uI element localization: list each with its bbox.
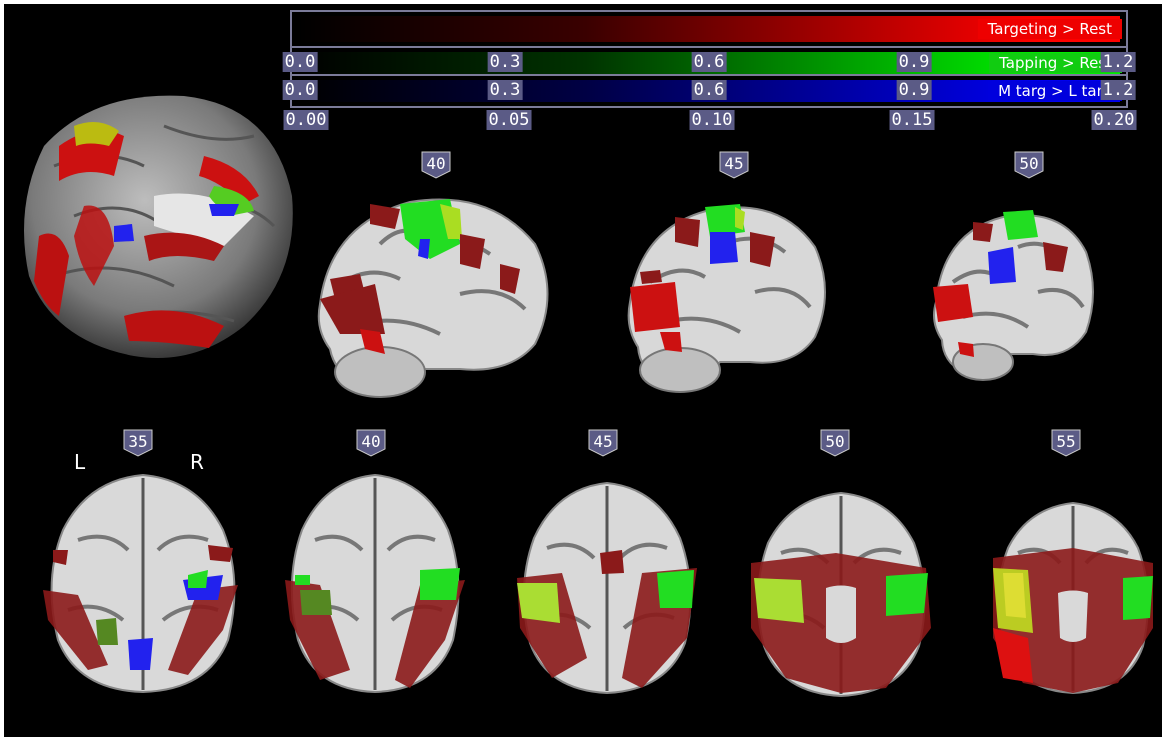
sagittal-slice-tag: 50 <box>1014 151 1044 179</box>
tick-label: 0.6 <box>691 52 727 72</box>
axial-brain-45 <box>517 481 697 695</box>
axial-brain-40 <box>285 473 465 694</box>
axial-slice-number: 45 <box>593 432 613 451</box>
sagittal-slice-number: 45 <box>724 154 744 173</box>
axial-brain-55 <box>993 501 1153 695</box>
tick-label: 1.2 <box>1100 52 1136 72</box>
tick-label: 0.10 <box>689 110 735 130</box>
brain-3d-render <box>24 95 293 359</box>
tick-label: 0.9 <box>896 80 932 100</box>
sagittal-slice-number: 50 <box>1019 154 1039 173</box>
tick-label: 0.3 <box>487 52 523 72</box>
axial-slice-tag: 55 <box>1051 429 1081 457</box>
tick-label: 0.0 <box>282 52 318 72</box>
sagittal-slice-tag: 45 <box>719 151 749 179</box>
tick-label: 1.2 <box>1100 80 1136 100</box>
tick-label: 0.9 <box>896 52 932 72</box>
tick-label: 0.3 <box>487 80 523 100</box>
brain-activation-figure: Targeting > Rest Tapping > Rest M targ >… <box>4 4 1162 737</box>
colorbar-targeting: Targeting > Rest <box>290 10 1128 48</box>
axial-slice-tag: 35 <box>123 429 153 457</box>
axial-slice-tag: 45 <box>588 429 618 457</box>
colorbar-targeting-label: Targeting > Rest <box>977 19 1122 39</box>
axial-slice-number: 35 <box>128 432 148 451</box>
tick-label: 0.05 <box>486 110 532 130</box>
axial-slice-tag: 50 <box>820 429 850 457</box>
axial-slice-number: 50 <box>825 432 845 451</box>
axial-brain-35 <box>43 473 238 694</box>
sagittal-brain-50 <box>933 210 1094 381</box>
sagittal-brain-40 <box>317 198 549 398</box>
axial-slice-number: 40 <box>361 432 381 451</box>
axial-brain-50 <box>751 491 931 698</box>
tick-label: 0.20 <box>1091 110 1137 130</box>
sagittal-slice-number: 40 <box>426 154 446 173</box>
tick-label: 0.15 <box>889 110 935 130</box>
sagittal-slice-tag: 40 <box>421 151 451 179</box>
sagittal-brain-45 <box>627 204 826 393</box>
tick-label: 0.6 <box>691 80 727 100</box>
axial-slice-tag: 40 <box>356 429 386 457</box>
axial-slice-number: 55 <box>1056 432 1076 451</box>
